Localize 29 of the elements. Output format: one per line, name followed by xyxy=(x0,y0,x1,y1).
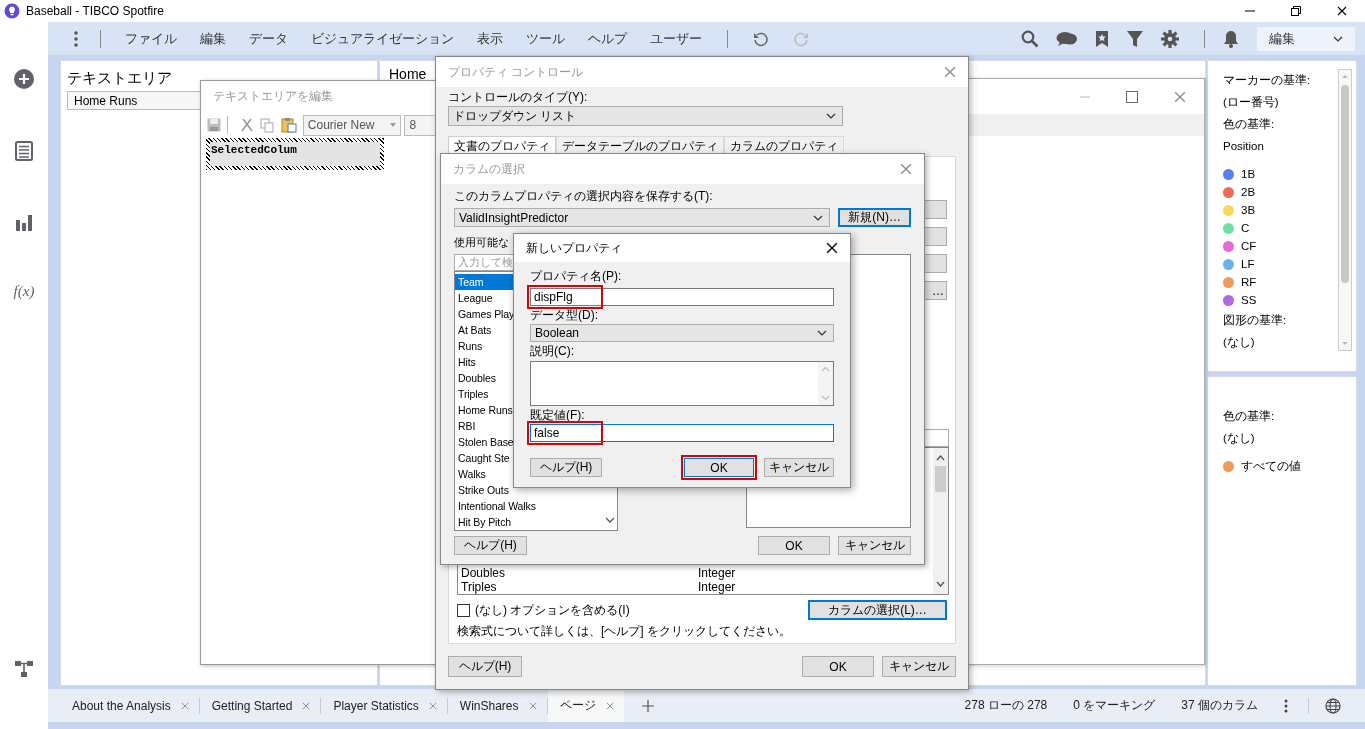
field-label: プロパティ名(P): xyxy=(530,268,622,284)
legend-label: 図形の基準: xyxy=(1223,312,1288,328)
panel-title: Home xyxy=(389,66,427,82)
list-cell: Integer xyxy=(698,581,736,593)
legend-label: 色の基準: xyxy=(1223,116,1276,132)
field-label: 使用可能な xyxy=(454,235,509,250)
field-label: 既定値(F): xyxy=(530,407,585,423)
list-cell: Integer xyxy=(698,567,736,579)
legend-label: 色の基準: xyxy=(1223,408,1276,424)
legend-value: Position xyxy=(1223,139,1265,154)
status-text: 37 個のカラム xyxy=(1181,697,1258,714)
field-label: データ型(D): xyxy=(530,307,598,323)
list-cell-text: Triples xyxy=(461,581,498,593)
legend-value: (ロー番号) xyxy=(1223,94,1280,110)
window-title: Baseball - TIBCO Spotfire xyxy=(26,4,164,18)
field-label: このカラムプロパティの選択内容を保存する(T): xyxy=(454,188,713,204)
legend-value: (なし) xyxy=(1223,334,1256,351)
status-text: 0 をマーキング xyxy=(1073,697,1156,714)
dialog-title: カラムの選択 xyxy=(453,160,525,178)
dialog-title: 新しいプロパティ xyxy=(526,239,622,257)
status-text: 278 ローの 278 xyxy=(964,697,1048,714)
field-label: 説明(C): xyxy=(530,343,574,359)
dialog-title: プロパティ コントロール xyxy=(448,63,584,81)
field-label: コントロールのタイプ(Y): xyxy=(448,89,588,105)
legend-value: (なし) xyxy=(1223,430,1256,447)
legend-label: マーカーの基準: xyxy=(1223,72,1312,88)
hint-text: 検索式について詳しくは、[ヘルプ] をクリックしてください。 xyxy=(457,623,791,639)
list-cell-text: Doubles xyxy=(461,567,507,579)
panel-title: テキストエリア xyxy=(67,69,173,88)
